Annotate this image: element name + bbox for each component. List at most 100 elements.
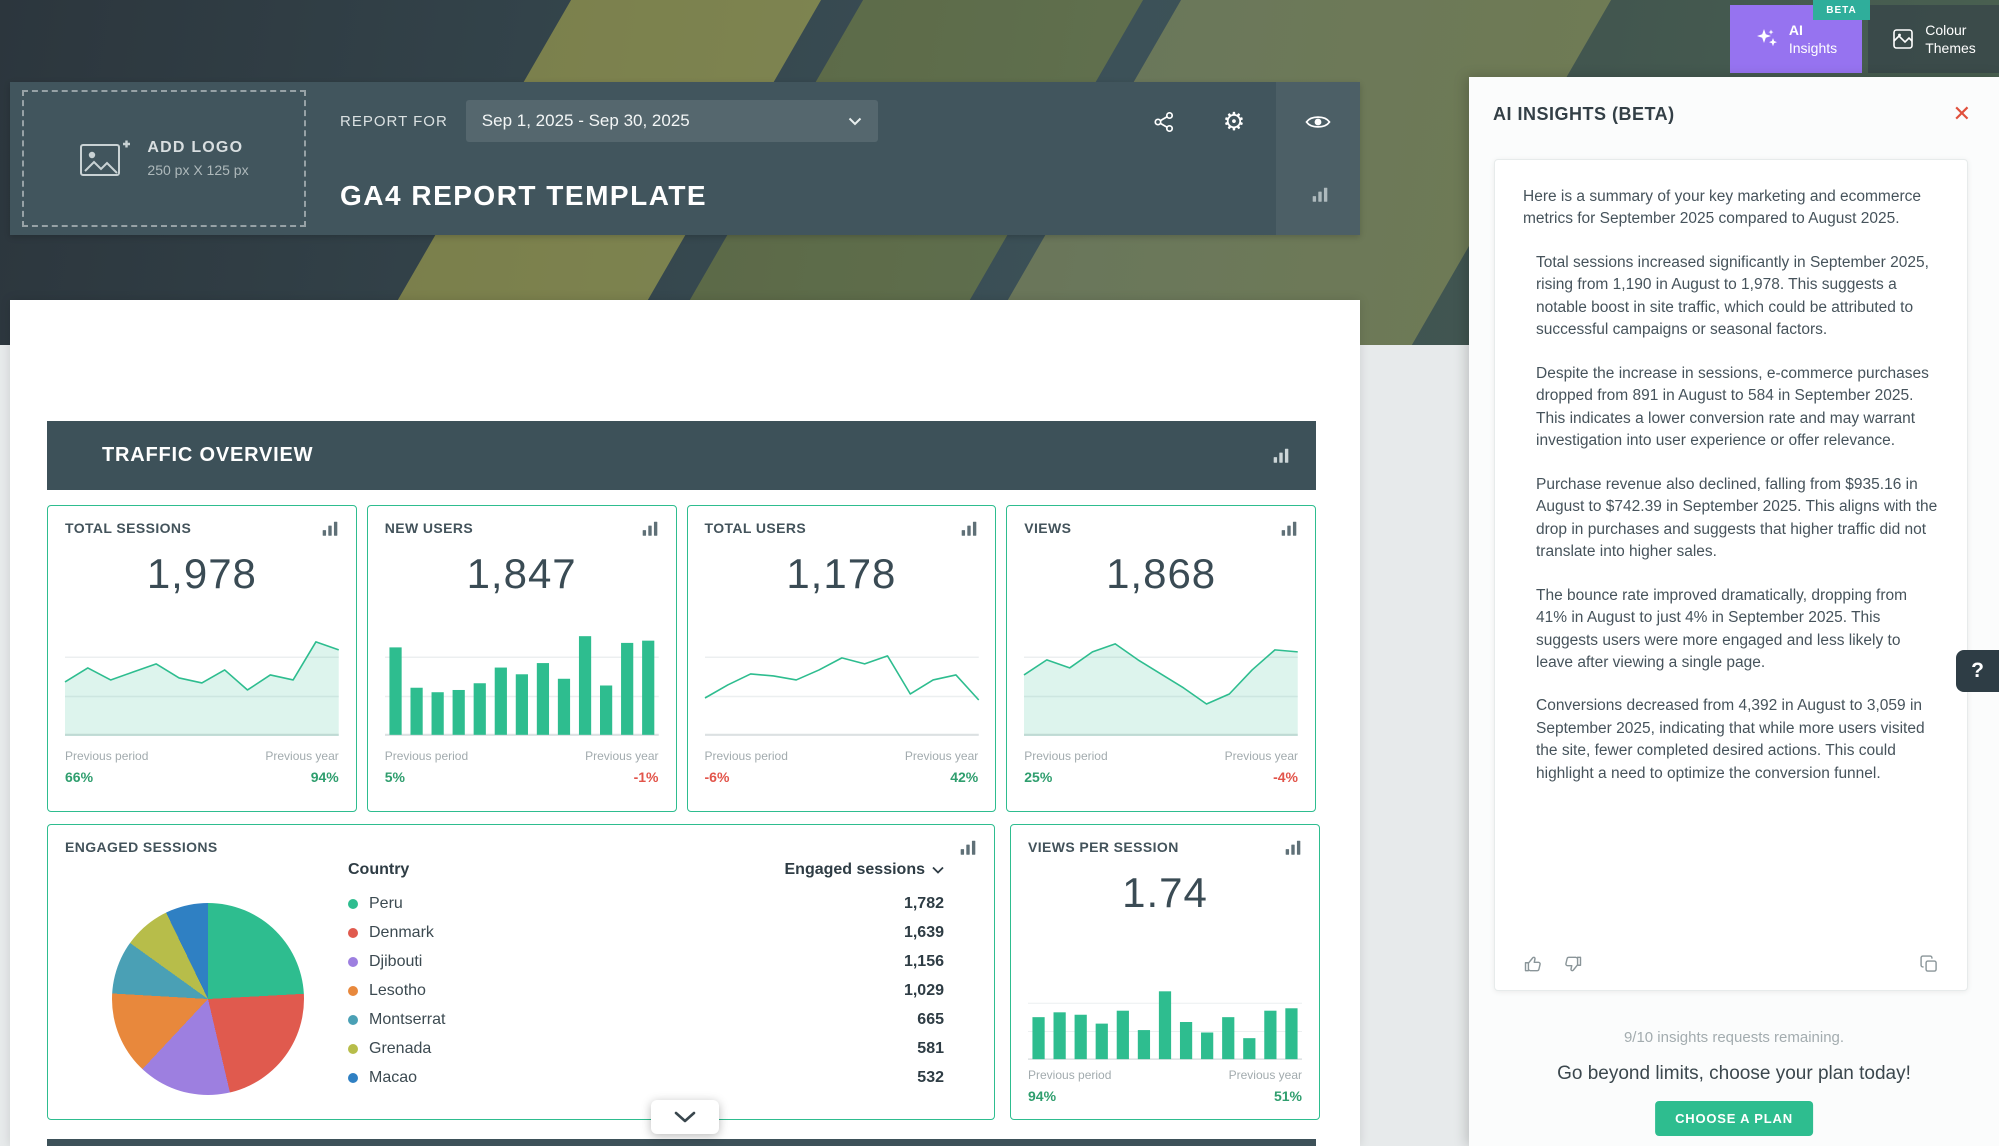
prev-period-value: 94% — [1028, 1088, 1056, 1104]
thumbs-down-icon[interactable] — [1563, 954, 1583, 974]
gear-icon[interactable]: ⚙ — [1220, 108, 1248, 136]
country-dot — [348, 957, 358, 967]
table-row: Macao 532 — [348, 1063, 944, 1092]
country-name: Lesotho — [369, 982, 426, 1000]
country-name: Montserrat — [369, 1011, 445, 1029]
ai-insights-panel: AI INSIGHTS (BETA) ✕ Here is a summary o… — [1469, 77, 1999, 1146]
country-value: 581 — [917, 1040, 944, 1058]
table-row: Peru 1,782 — [348, 889, 944, 918]
metric-value: 1,847 — [385, 550, 659, 598]
country-name: Djibouti — [369, 953, 422, 971]
image-plus-icon — [79, 138, 131, 180]
choose-plan-button[interactable]: CHOOSE A PLAN — [1655, 1101, 1813, 1136]
country-name: Denmark — [369, 924, 434, 942]
prev-year-value: -4% — [1273, 769, 1298, 785]
metric-card: TOTAL SESSIONS 1,978 Previous period Pre… — [47, 505, 357, 812]
prev-period-label: Previous period — [65, 749, 148, 763]
widget-chart-icon[interactable] — [1284, 839, 1302, 857]
prev-period-label: Previous period — [385, 749, 468, 763]
country-dot — [348, 899, 358, 909]
prev-period-label: Previous period — [705, 749, 788, 763]
country-dot — [348, 1044, 358, 1054]
colour-themes-icon — [1891, 27, 1915, 51]
metric-card: TOTAL USERS 1,178 Previous period Previo… — [687, 505, 997, 812]
report-title: GA4 REPORT TEMPLATE — [340, 180, 707, 212]
country-value: 1,029 — [904, 982, 944, 1000]
close-icon[interactable]: ✕ — [1953, 103, 1971, 125]
widget-chart-icon[interactable] — [960, 520, 978, 538]
widget-chart-icon[interactable] — [1311, 186, 1329, 204]
table-row: Djibouti 1,156 — [348, 947, 944, 976]
metric-value: 1,868 — [1024, 550, 1298, 598]
prev-year-label: Previous year — [905, 749, 978, 763]
ai-panel-title: AI INSIGHTS (BETA) — [1493, 104, 1675, 125]
ai-button-label-line2: Insights — [1789, 39, 1837, 57]
metric-chart — [1024, 618, 1298, 736]
ai-summary-text: Here is a summary of your key marketing … — [1523, 186, 1939, 785]
country-value: 665 — [917, 1011, 944, 1029]
table-row: Lesotho 1,029 — [348, 976, 944, 1005]
traffic-overview-header: TRAFFIC OVERVIEW — [47, 421, 1316, 490]
colour-themes-button[interactable]: Colour Themes — [1868, 5, 1999, 73]
widget-chart-icon[interactable] — [321, 520, 339, 538]
country-dot — [348, 1073, 358, 1083]
metric-value: 1.74 — [1028, 869, 1302, 917]
country-value: 532 — [917, 1069, 944, 1087]
prev-period-label: Previous period — [1028, 1068, 1111, 1082]
country-dot — [348, 1015, 358, 1025]
share-icon[interactable] — [1150, 108, 1178, 136]
prev-year-value: 42% — [950, 769, 978, 785]
sparkles-icon — [1755, 27, 1779, 51]
add-logo-dropzone[interactable]: ADD LOGO 250 px X 125 px — [22, 90, 306, 227]
ai-summary-card: Here is a summary of your key marketing … — [1494, 159, 1968, 991]
prev-period-value: 5% — [385, 769, 405, 785]
engaged-sessions-pie — [112, 903, 304, 1095]
metric-label: VIEWS — [1024, 520, 1071, 536]
report-for-label: REPORT FOR — [340, 113, 448, 130]
widget-chart-icon[interactable] — [1280, 520, 1298, 538]
prev-year-label: Previous year — [265, 749, 338, 763]
metric-label: TOTAL USERS — [705, 520, 807, 536]
report-page: TRAFFIC OVERVIEW TOTAL SESSIONS 1,978 Pr… — [10, 300, 1360, 1146]
country-dot — [348, 986, 358, 996]
country-value: 1,782 — [904, 895, 944, 913]
widget-chart-icon[interactable] — [959, 839, 977, 857]
prev-year-value: 94% — [311, 769, 339, 785]
country-name: Macao — [369, 1069, 417, 1087]
views-per-session-card: VIEWS PER SESSION 1.74 Previous period P… — [1010, 824, 1320, 1120]
copy-icon[interactable] — [1919, 954, 1939, 974]
add-logo-label: ADD LOGO — [147, 139, 248, 157]
date-range-select[interactable]: Sep 1, 2025 - Sep 30, 2025 — [466, 100, 878, 142]
widget-chart-icon[interactable] — [1272, 447, 1290, 465]
help-button[interactable]: ? — [1956, 650, 1999, 692]
prev-year-label: Previous year — [1225, 749, 1298, 763]
metric-label: TOTAL SESSIONS — [65, 520, 191, 536]
prev-year-value: -1% — [634, 769, 659, 785]
expand-section-button[interactable] — [651, 1100, 719, 1134]
insight-paragraph: Total sessions increased significantly i… — [1536, 252, 1939, 342]
beta-badge: BETA — [1813, 0, 1870, 20]
next-section-header — [47, 1139, 1316, 1146]
prev-period-value: 25% — [1024, 769, 1052, 785]
engaged-sessions-card: ENGAGED SESSIONS Country Engaged session… — [47, 824, 995, 1120]
metric-cards-row: TOTAL SESSIONS 1,978 Previous period Pre… — [47, 505, 1316, 812]
thumbs-up-icon[interactable] — [1523, 954, 1543, 974]
country-name: Grenada — [369, 1040, 431, 1058]
prev-year-label: Previous year — [1229, 1068, 1302, 1082]
table-row: Denmark 1,639 — [348, 918, 944, 947]
country-dot — [348, 928, 358, 938]
country-name: Peru — [369, 895, 403, 913]
widget-chart-icon[interactable] — [641, 520, 659, 538]
insight-paragraph: Here is a summary of your key marketing … — [1523, 186, 1939, 231]
metric-chart — [1028, 975, 1302, 1060]
chevron-down-icon — [848, 117, 862, 126]
metric-label: ENGAGED SESSIONS — [65, 839, 218, 855]
metric-chart — [385, 618, 659, 736]
column-header-engaged-sessions[interactable]: Engaged sessions — [785, 861, 945, 879]
report-header: ADD LOGO 250 px X 125 px REPORT FOR Sep … — [10, 82, 1360, 235]
preview-eye-icon[interactable] — [1304, 108, 1332, 136]
upgrade-message: Go beyond limits, choose your plan today… — [1469, 1063, 1999, 1085]
metric-card: NEW USERS 1,847 Previous period Previous… — [367, 505, 677, 812]
header-right-strip — [1276, 82, 1360, 235]
colour-themes-label-line2: Themes — [1925, 39, 1976, 57]
